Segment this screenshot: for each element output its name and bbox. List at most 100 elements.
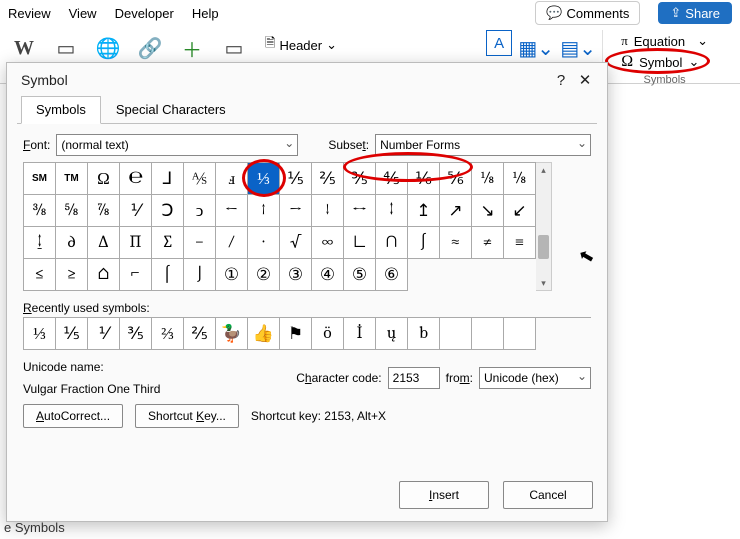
symbol-cell[interactable]: Ω [88, 163, 120, 195]
link-icon[interactable]: 🔗 [132, 30, 168, 66]
recent-symbol-cell[interactable]: ⅔ [152, 318, 184, 350]
grid-scrollbar[interactable]: ▴ ▾ [536, 162, 552, 291]
recent-symbol-cell[interactable] [472, 318, 504, 350]
symbol-cell[interactable]: ↘ [472, 195, 504, 227]
symbol-cell[interactable]: ⌐ [120, 259, 152, 291]
recent-symbol-cell[interactable]: 🦆 [216, 318, 248, 350]
symbol-cell[interactable]: ↕ [376, 195, 408, 227]
char-code-input[interactable] [388, 367, 440, 389]
recent-symbol-cell[interactable] [440, 318, 472, 350]
subset-combo[interactable] [375, 134, 591, 156]
symbol-cell[interactable]: SM [24, 163, 56, 195]
recent-symbol-cell[interactable]: b [408, 318, 440, 350]
symbol-cell[interactable]: ⅗ [344, 163, 376, 195]
symbol-cell[interactable]: → [280, 195, 312, 227]
symbol-cell[interactable]: ③ [280, 259, 312, 291]
menu-view[interactable]: View [69, 6, 97, 21]
symbol-cell[interactable]: ← [216, 195, 248, 227]
help-button[interactable]: ? [549, 72, 573, 89]
comments-button[interactable]: 💬 Comments [535, 1, 640, 25]
symbol-cell[interactable]: ⅙ [408, 163, 440, 195]
from-input[interactable] [479, 367, 591, 389]
symbol-cell[interactable]: ℮ [120, 163, 152, 195]
equation-button[interactable]: π Equation ⌄ [615, 32, 714, 50]
symbol-cell[interactable]: ⅍ [184, 163, 216, 195]
symbol-cell[interactable]: ⑥ [376, 259, 408, 291]
symbol-cell[interactable]: ∑ [152, 227, 184, 259]
symbol-cell[interactable]: ∙ [248, 227, 280, 259]
scroll-track[interactable] [536, 177, 551, 276]
recent-symbol-cell[interactable]: ⚑ [280, 318, 312, 350]
globe-icon[interactable]: 🌐 [90, 30, 126, 66]
symbol-cell[interactable]: ↓ [312, 195, 344, 227]
recent-symbol-cell[interactable]: ⅗ [120, 318, 152, 350]
font-combo[interactable] [56, 134, 298, 156]
header-dropdown-button[interactable]: 🗎 Header ⌄ [258, 30, 344, 60]
symbol-cell[interactable]: ⅛ [472, 163, 504, 195]
add-icon[interactable]: ＋ [174, 30, 210, 66]
symbol-cell[interactable]: ≤ [24, 259, 56, 291]
symbol-cell[interactable]: ≠ [472, 227, 504, 259]
subset-input[interactable] [375, 134, 591, 156]
symbol-cell[interactable]: ∞ [312, 227, 344, 259]
recent-symbol-cell[interactable] [504, 318, 536, 350]
comment-icon[interactable]: ▭ [216, 30, 252, 66]
symbol-cell[interactable]: ⅎ [216, 163, 248, 195]
scroll-down-button[interactable]: ▾ [536, 276, 551, 290]
symbol-cell[interactable]: TM [56, 163, 88, 195]
symbol-grid[interactable]: SMTMΩ℮⅃⅍ⅎ⅓⅕⅖⅗⅘⅙⅚⅛⅛⅜⅝⅞⅟Ↄↄ←↑→↓↔↕↥↗↘↙↨∂∆∏∑−… [23, 162, 536, 291]
recent-symbol-cell[interactable]: İ [344, 318, 376, 350]
symbol-cell[interactable]: ⅕ [280, 163, 312, 195]
recent-symbol-cell[interactable]: 👍 [248, 318, 280, 350]
symbol-cell[interactable]: ⌠ [152, 259, 184, 291]
font-input[interactable] [56, 134, 298, 156]
symbol-cell[interactable]: ∆ [88, 227, 120, 259]
menu-help[interactable]: Help [192, 6, 219, 21]
recent-symbol-cell[interactable]: ⅟ [88, 318, 120, 350]
symbol-cell[interactable]: ② [248, 259, 280, 291]
symbol-cell[interactable]: ∫ [408, 227, 440, 259]
symbol-cell[interactable]: ④ [312, 259, 344, 291]
symbol-cell[interactable]: ⅘ [376, 163, 408, 195]
symbol-cell[interactable]: ⅖ [312, 163, 344, 195]
video-icon[interactable]: ▭ [48, 30, 84, 66]
symbol-cell[interactable]: ⅃ [152, 163, 184, 195]
menu-review[interactable]: Review [8, 6, 51, 21]
symbol-cell[interactable]: ↙ [504, 195, 536, 227]
share-button[interactable]: ⇪ Share [658, 2, 732, 24]
symbol-cell[interactable]: ≥ [56, 259, 88, 291]
recent-symbol-cell[interactable]: ⅖ [184, 318, 216, 350]
recent-symbol-cell[interactable]: ⅓ [24, 318, 56, 350]
symbol-cell[interactable]: ⅟ [120, 195, 152, 227]
symbol-cell[interactable]: ⅓ [248, 163, 280, 195]
symbol-cell[interactable]: ⅜ [24, 195, 56, 227]
symbol-cell[interactable]: ⅝ [56, 195, 88, 227]
tab-symbols[interactable]: Symbols [21, 96, 101, 124]
symbol-cell[interactable]: ∩ [376, 227, 408, 259]
symbol-cell[interactable]: √ [280, 227, 312, 259]
symbol-cell[interactable]: ∂ [56, 227, 88, 259]
symbol-cell[interactable]: ↄ [184, 195, 216, 227]
recent-symbol-cell[interactable]: ö [312, 318, 344, 350]
symbol-cell[interactable]: ∟ [344, 227, 376, 259]
symbol-cell[interactable]: ⌡ [184, 259, 216, 291]
symbol-cell[interactable]: ↥ [408, 195, 440, 227]
symbol-cell[interactable]: ⌂ [88, 259, 120, 291]
recent-symbol-cell[interactable]: ų [376, 318, 408, 350]
symbol-cell[interactable]: ⅛ [504, 163, 536, 195]
symbol-cell[interactable]: ∏ [120, 227, 152, 259]
close-button[interactable]: ✕ [573, 71, 597, 89]
shortcut-key-button[interactable]: Shortcut Key... [135, 404, 239, 428]
recent-symbol-cell[interactable]: ⅕ [56, 318, 88, 350]
symbol-cell[interactable]: Ↄ [152, 195, 184, 227]
symbol-cell[interactable]: ≡ [504, 227, 536, 259]
wikipedia-icon[interactable]: W [6, 30, 42, 66]
symbol-button[interactable]: Ω Symbol ⌄ [615, 52, 714, 72]
menu-developer[interactable]: Developer [115, 6, 174, 21]
symbol-cell[interactable]: ↨ [24, 227, 56, 259]
symbol-cell[interactable]: ⑤ [344, 259, 376, 291]
scroll-thumb[interactable] [538, 235, 549, 259]
symbol-cell[interactable]: ∕ [216, 227, 248, 259]
symbol-cell[interactable]: − [184, 227, 216, 259]
cancel-button[interactable]: Cancel [503, 481, 593, 509]
